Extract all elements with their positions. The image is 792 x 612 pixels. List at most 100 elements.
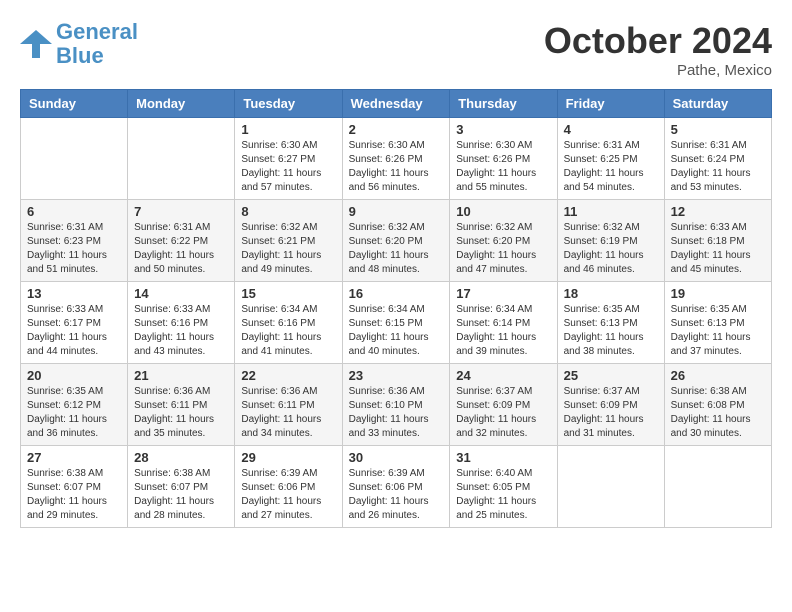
day-number: 24 [456,368,550,383]
day-number: 3 [456,122,550,137]
weekday-header: Sunday [21,90,128,118]
logo-icon [20,30,52,58]
day-number: 1 [241,122,335,137]
day-info: Sunrise: 6:36 AM Sunset: 6:11 PM Dayligh… [134,385,228,441]
day-info: Sunrise: 6:33 AM Sunset: 6:18 PM Dayligh… [671,221,765,277]
logo-line1: General [56,19,138,44]
calendar-week-row: 1Sunrise: 6:30 AM Sunset: 6:27 PM Daylig… [21,118,772,200]
day-info: Sunrise: 6:39 AM Sunset: 6:06 PM Dayligh… [349,467,444,523]
day-number: 5 [671,122,765,137]
day-number: 27 [27,450,121,465]
calendar-cell: 17Sunrise: 6:34 AM Sunset: 6:14 PM Dayli… [450,282,557,364]
day-info: Sunrise: 6:38 AM Sunset: 6:07 PM Dayligh… [27,467,121,523]
day-info: Sunrise: 6:35 AM Sunset: 6:13 PM Dayligh… [564,303,658,359]
day-info: Sunrise: 6:32 AM Sunset: 6:21 PM Dayligh… [241,221,335,277]
day-info: Sunrise: 6:34 AM Sunset: 6:15 PM Dayligh… [349,303,444,359]
day-info: Sunrise: 6:34 AM Sunset: 6:16 PM Dayligh… [241,303,335,359]
weekday-header: Tuesday [235,90,342,118]
day-info: Sunrise: 6:30 AM Sunset: 6:26 PM Dayligh… [349,139,444,195]
logo-text: General Blue [56,20,138,68]
day-number: 29 [241,450,335,465]
logo: General Blue [20,20,138,68]
title-block: October 2024 Pathe, Mexico [544,20,772,79]
day-number: 10 [456,204,550,219]
day-info: Sunrise: 6:38 AM Sunset: 6:08 PM Dayligh… [671,385,765,441]
location-subtitle: Pathe, Mexico [544,62,772,79]
day-info: Sunrise: 6:31 AM Sunset: 6:25 PM Dayligh… [564,139,658,195]
calendar-cell: 9Sunrise: 6:32 AM Sunset: 6:20 PM Daylig… [342,200,450,282]
day-number: 17 [456,286,550,301]
calendar-cell: 20Sunrise: 6:35 AM Sunset: 6:12 PM Dayli… [21,364,128,446]
day-number: 16 [349,286,444,301]
month-title: October 2024 [544,20,772,62]
day-info: Sunrise: 6:31 AM Sunset: 6:23 PM Dayligh… [27,221,121,277]
day-number: 6 [27,204,121,219]
calendar-cell: 26 Sunrise: 6:38 AM Sunset: 6:08 PM Dayli… [664,364,771,446]
day-number: 19 [671,286,765,301]
day-info: Sunrise: 6:32 AM Sunset: 6:20 PM Dayligh… [349,221,444,277]
day-info: Sunrise: 6:37 AM Sunset: 6:09 PM Dayligh… [564,385,658,441]
day-info: Sunrise: 6:38 AM Sunset: 6:07 PM Dayligh… [134,467,228,523]
day-number: 25 [564,368,658,383]
day-number: 31 [456,450,550,465]
day-number: 23 [349,368,444,383]
logo-line2: Blue [56,43,104,68]
calendar-cell: 25 Sunrise: 6:37 AM Sunset: 6:09 PM Dayli… [557,364,664,446]
weekday-header: Monday [128,90,235,118]
calendar-cell: 16 Sunrise: 6:34 AM Sunset: 6:15 PM Dayli… [342,282,450,364]
weekday-header: Thursday [450,90,557,118]
day-info: Sunrise: 6:31 AM Sunset: 6:24 PM Dayligh… [671,139,765,195]
weekday-header: Wednesday [342,90,450,118]
calendar-cell: 18 Sunrise: 6:35 AM Sunset: 6:13 PM Dayli… [557,282,664,364]
calendar-cell: 28Sunrise: 6:38 AM Sunset: 6:07 PM Dayli… [128,446,235,528]
calendar-cell: 8 Sunrise: 6:32 AM Sunset: 6:21 PM Daylig… [235,200,342,282]
calendar-cell: 4 Sunrise: 6:31 AM Sunset: 6:25 PM Daylig… [557,118,664,200]
day-info: Sunrise: 6:31 AM Sunset: 6:22 PM Dayligh… [134,221,228,277]
day-info: Sunrise: 6:33 AM Sunset: 6:16 PM Dayligh… [134,303,228,359]
calendar-cell: 21 Sunrise: 6:36 AM Sunset: 6:11 PM Dayli… [128,364,235,446]
calendar-week-row: 13Sunrise: 6:33 AM Sunset: 6:17 PM Dayli… [21,282,772,364]
day-info: Sunrise: 6:39 AM Sunset: 6:06 PM Dayligh… [241,467,335,523]
calendar-week-row: 27 Sunrise: 6:38 AM Sunset: 6:07 PM Dayli… [21,446,772,528]
calendar-cell: 12 Sunrise: 6:33 AM Sunset: 6:18 PM Dayli… [664,200,771,282]
calendar-cell [128,118,235,200]
day-info: Sunrise: 6:40 AM Sunset: 6:05 PM Dayligh… [456,467,550,523]
calendar-cell: 10 Sunrise: 6:32 AM Sunset: 6:20 PM Dayli… [450,200,557,282]
day-number: 2 [349,122,444,137]
day-number: 18 [564,286,658,301]
page-header: General Blue October 2024 Pathe, Mexico [20,20,772,79]
day-number: 13 [27,286,121,301]
day-info: Sunrise: 6:32 AM Sunset: 6:20 PM Dayligh… [456,221,550,277]
day-info: Sunrise: 6:37 AM Sunset: 6:09 PM Dayligh… [456,385,550,441]
calendar-week-row: 6 Sunrise: 6:31 AM Sunset: 6:23 PM Daylig… [21,200,772,282]
day-number: 14 [134,286,228,301]
calendar-cell: 7 Sunrise: 6:31 AM Sunset: 6:22 PM Daylig… [128,200,235,282]
day-number: 20 [27,368,121,383]
calendar-cell: 30Sunrise: 6:39 AM Sunset: 6:06 PM Dayli… [342,446,450,528]
calendar-cell: 6 Sunrise: 6:31 AM Sunset: 6:23 PM Daylig… [21,200,128,282]
calendar-cell: 15Sunrise: 6:34 AM Sunset: 6:16 PM Dayli… [235,282,342,364]
day-number: 22 [241,368,335,383]
day-number: 7 [134,204,228,219]
day-info: Sunrise: 6:32 AM Sunset: 6:19 PM Dayligh… [564,221,658,277]
weekday-header-row: SundayMondayTuesdayWednesdayThursdayFrid… [21,90,772,118]
day-number: 4 [564,122,658,137]
day-number: 12 [671,204,765,219]
calendar-cell: 23 Sunrise: 6:36 AM Sunset: 6:10 PM Dayli… [342,364,450,446]
calendar-cell: 5 Sunrise: 6:31 AM Sunset: 6:24 PM Daylig… [664,118,771,200]
calendar-cell [664,446,771,528]
day-number: 21 [134,368,228,383]
calendar-cell: 2 Sunrise: 6:30 AM Sunset: 6:26 PM Daylig… [342,118,450,200]
calendar-cell: 11 Sunrise: 6:32 AM Sunset: 6:19 PM Dayli… [557,200,664,282]
day-number: 11 [564,204,658,219]
day-info: Sunrise: 6:36 AM Sunset: 6:11 PM Dayligh… [241,385,335,441]
calendar-cell: 3 Sunrise: 6:30 AM Sunset: 6:26 PM Daylig… [450,118,557,200]
calendar-week-row: 20Sunrise: 6:35 AM Sunset: 6:12 PM Dayli… [21,364,772,446]
calendar-cell [21,118,128,200]
day-number: 26 [671,368,765,383]
day-number: 8 [241,204,335,219]
day-info: Sunrise: 6:36 AM Sunset: 6:10 PM Dayligh… [349,385,444,441]
calendar-cell: 29 Sunrise: 6:39 AM Sunset: 6:06 PM Dayli… [235,446,342,528]
calendar-cell: 1Sunrise: 6:30 AM Sunset: 6:27 PM Daylig… [235,118,342,200]
day-info: Sunrise: 6:30 AM Sunset: 6:26 PM Dayligh… [456,139,550,195]
